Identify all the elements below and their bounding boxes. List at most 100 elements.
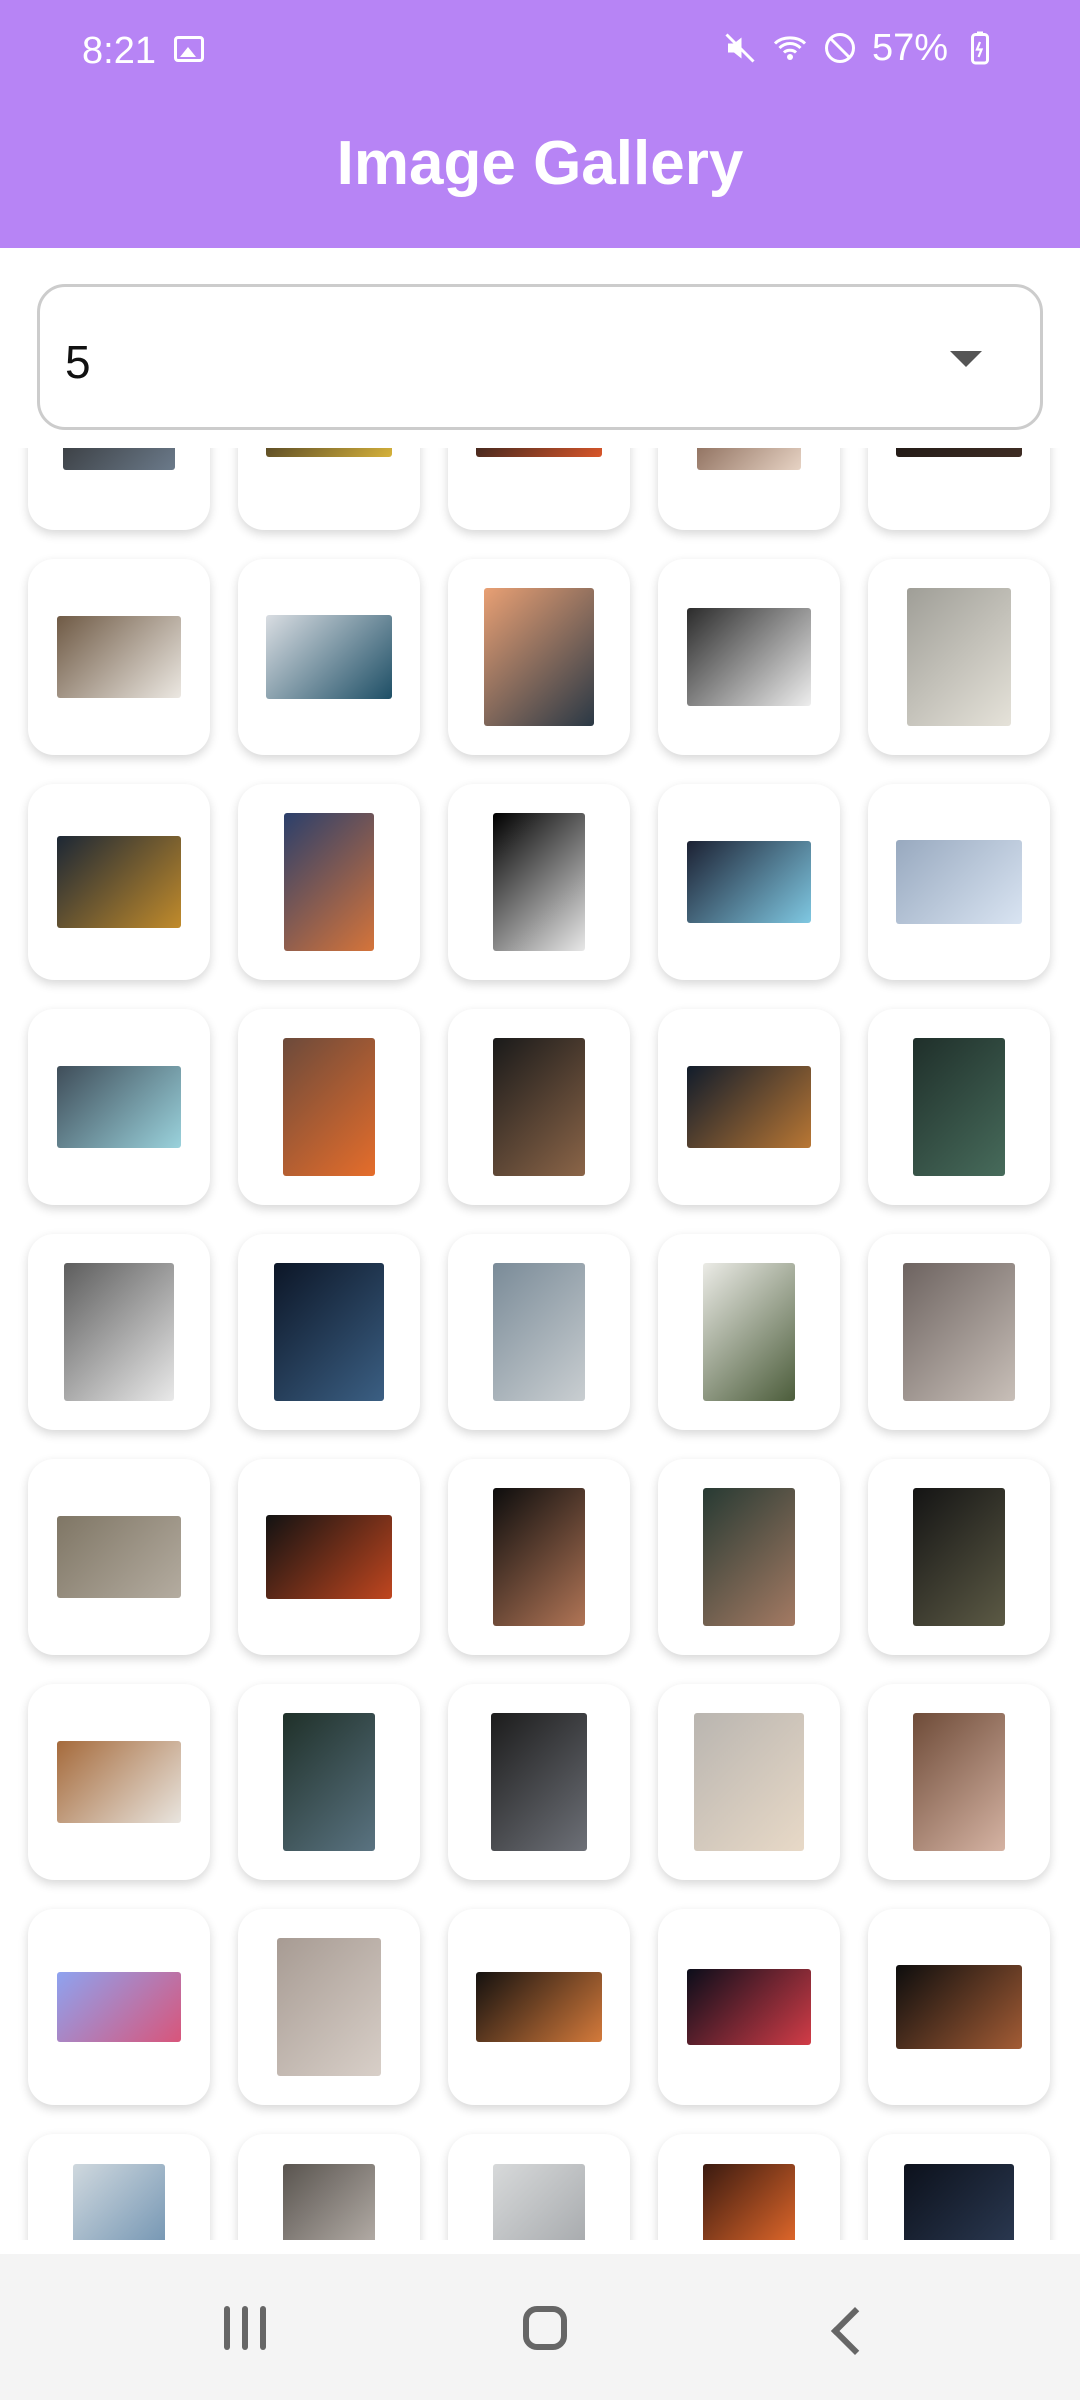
page-title: Image Gallery — [336, 129, 744, 198]
gallery-item[interactable] — [448, 1459, 630, 1655]
thumbnail-image — [57, 1066, 181, 1148]
gallery-item[interactable] — [868, 448, 1050, 530]
gallery-item[interactable] — [28, 1459, 210, 1655]
gallery-item[interactable] — [238, 2134, 420, 2240]
gallery-item[interactable] — [238, 1909, 420, 2105]
back-icon[interactable] — [788, 2292, 908, 2362]
gallery-item[interactable] — [448, 1009, 630, 1205]
thumbnail-image — [266, 1515, 392, 1599]
do-not-disturb-icon — [824, 33, 855, 63]
gallery-item[interactable] — [658, 1909, 840, 2105]
thumbnail-image — [703, 1263, 795, 1401]
thumbnail-image — [493, 1488, 585, 1626]
thumbnail-image — [491, 1713, 587, 1851]
gallery-item[interactable] — [238, 1234, 420, 1430]
thumbnail-image — [907, 588, 1011, 726]
thumbnail-image — [493, 1038, 585, 1176]
gallery-item[interactable] — [238, 1009, 420, 1205]
thumbnail-image — [896, 840, 1022, 924]
gallery-item[interactable] — [28, 1009, 210, 1205]
gallery-item[interactable] — [868, 559, 1050, 755]
status-bar: 8:21 57% — [0, 0, 1080, 100]
thumbnail-image — [913, 1038, 1005, 1176]
thumbnail-image — [476, 1972, 602, 2042]
gallery-item[interactable] — [448, 1684, 630, 1880]
gallery-item[interactable] — [448, 784, 630, 980]
thumbnail-image — [687, 608, 811, 706]
columns-dropdown[interactable]: 5 — [37, 284, 1043, 430]
gallery-item[interactable] — [658, 1009, 840, 1205]
battery-percent: 57% — [871, 26, 948, 69]
thumbnail-image — [476, 448, 602, 457]
gallery-item[interactable] — [28, 1909, 210, 2105]
thumbnail-image — [277, 1938, 381, 2076]
gallery-item[interactable] — [868, 2134, 1050, 2240]
thumbnail-image — [896, 1965, 1022, 2049]
gallery-item[interactable] — [28, 784, 210, 980]
gallery-item[interactable] — [448, 1234, 630, 1430]
gallery-item[interactable] — [28, 448, 210, 530]
gallery-item[interactable] — [658, 448, 840, 530]
thumbnail-image — [687, 1066, 811, 1148]
status-time: 8:21 — [82, 30, 156, 72]
gallery-item[interactable] — [658, 559, 840, 755]
gallery-item[interactable] — [448, 2134, 630, 2240]
gallery-icon — [174, 36, 204, 62]
thumbnail-image — [57, 616, 181, 698]
gallery-item[interactable] — [238, 1459, 420, 1655]
thumbnail-image — [913, 1488, 1005, 1626]
gallery-item[interactable] — [658, 1684, 840, 1880]
gallery-item[interactable] — [238, 1684, 420, 1880]
recents-icon[interactable] — [184, 2292, 304, 2362]
thumbnail-image — [896, 448, 1022, 457]
gallery-item[interactable] — [28, 1684, 210, 1880]
thumbnail-image — [283, 1713, 375, 1851]
thumbnail-image — [913, 1713, 1005, 1851]
gallery-item[interactable] — [238, 784, 420, 980]
gallery-item[interactable] — [28, 2134, 210, 2240]
gallery-item[interactable] — [868, 784, 1050, 980]
gallery-item[interactable] — [28, 1234, 210, 1430]
navigation-bar — [0, 2254, 1080, 2400]
thumbnail-image — [266, 615, 392, 699]
chevron-down-icon — [950, 351, 982, 367]
thumbnail-image — [703, 2164, 795, 2240]
thumbnail-image — [57, 836, 181, 928]
thumbnail-image — [266, 448, 392, 457]
thumbnail-image — [687, 1969, 811, 2045]
gallery-item[interactable] — [868, 1009, 1050, 1205]
gallery-item[interactable] — [868, 1909, 1050, 2105]
gallery-item[interactable] — [448, 559, 630, 755]
wifi-icon — [773, 36, 806, 60]
mute-icon — [725, 33, 755, 63]
gallery-item[interactable] — [28, 559, 210, 755]
gallery-item[interactable] — [238, 559, 420, 755]
gallery-item[interactable] — [658, 1234, 840, 1430]
home-icon[interactable] — [488, 2292, 608, 2362]
thumbnail-image — [274, 1263, 384, 1401]
gallery-item[interactable] — [448, 1909, 630, 2105]
thumbnail-image — [64, 1263, 174, 1401]
gallery-item[interactable] — [868, 1234, 1050, 1430]
thumbnail-image — [73, 2164, 165, 2240]
thumbnail-image — [63, 448, 175, 470]
gallery-item[interactable] — [868, 1684, 1050, 1880]
thumbnail-image — [57, 1741, 181, 1823]
thumbnail-image — [903, 1263, 1015, 1401]
gallery-grid[interactable] — [0, 448, 1080, 2240]
battery-icon — [971, 31, 989, 65]
gallery-item[interactable] — [658, 2134, 840, 2240]
thumbnail-image — [697, 448, 801, 470]
dropdown-selected-value: 5 — [65, 336, 91, 388]
thumbnail-image — [284, 813, 374, 951]
thumbnail-image — [493, 813, 585, 951]
thumbnail-image — [493, 1263, 585, 1401]
gallery-item[interactable] — [238, 448, 420, 530]
gallery-item[interactable] — [448, 448, 630, 530]
gallery-item[interactable] — [868, 1459, 1050, 1655]
thumbnail-image — [484, 588, 594, 726]
gallery-item[interactable] — [658, 784, 840, 980]
thumbnail-image — [283, 1038, 375, 1176]
gallery-item[interactable] — [658, 1459, 840, 1655]
app-bar: 8:21 57% Image Gallery — [0, 0, 1080, 248]
